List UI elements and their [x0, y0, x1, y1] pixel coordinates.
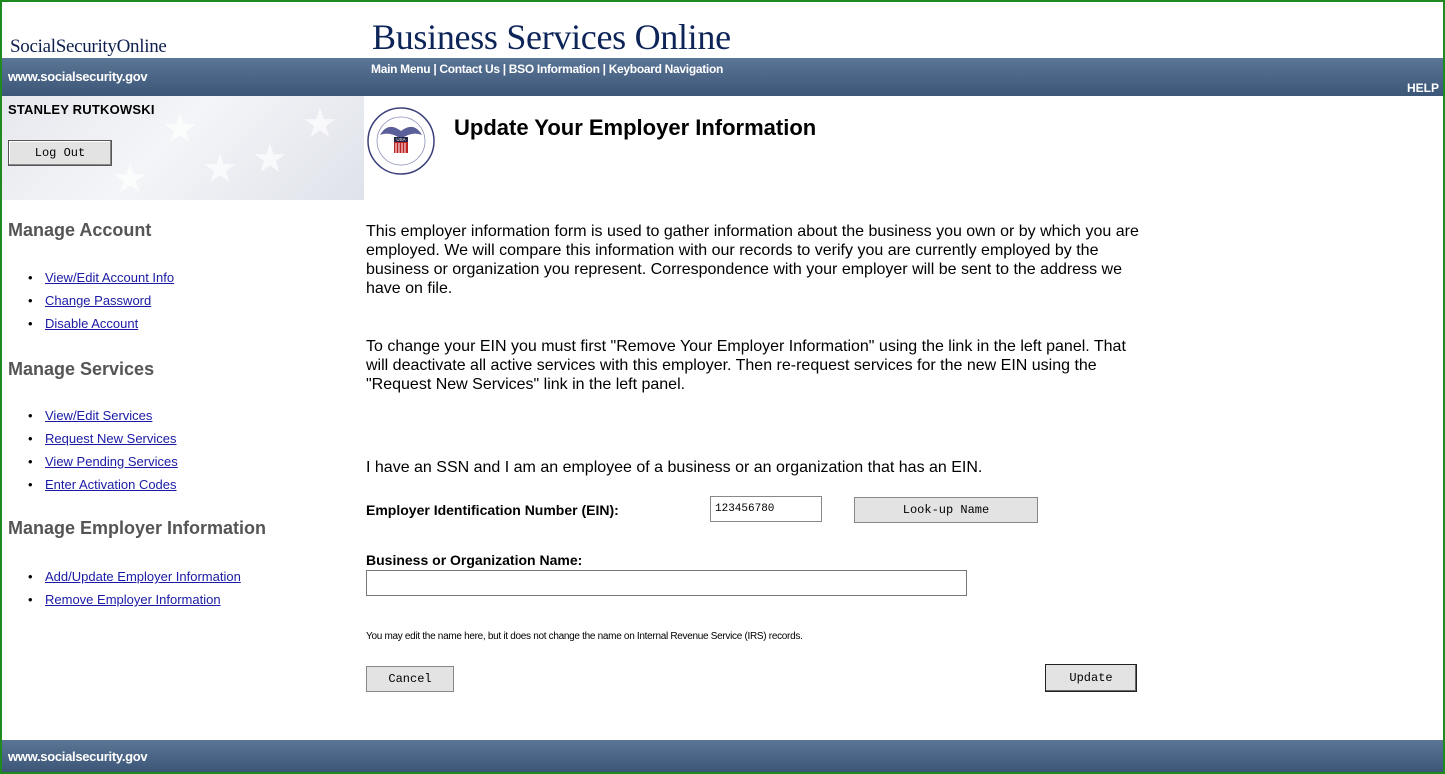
list-item: • View/Edit Services [28, 408, 153, 423]
top-nav: Main Menu | Contact Us | BSO Information | Key… [371, 62, 724, 76]
user-name: STANLEY RUTKOWSKI [8, 102, 155, 117]
link-view-pending-services[interactable]: View Pending Services [45, 454, 178, 469]
sidebar-heading-manage-services: Manage Services [8, 359, 155, 379]
sidebar-heading-manage-employer-information: Manage Employer Information [8, 518, 267, 538]
link-change-password[interactable]: Change Password [45, 293, 151, 308]
ein-label: Employer Identification Number (EIN): [366, 502, 619, 518]
link-request-new-services[interactable]: Request New Services [45, 431, 177, 446]
link-disable-account[interactable]: Disable Account [45, 316, 138, 331]
sidebar-heading-manage-account: Manage Account [8, 220, 152, 240]
link-view-edit-services[interactable]: View/Edit Services [45, 408, 152, 423]
star-decoration-icon: ★ [162, 107, 198, 151]
site-title: Business Services Online [372, 17, 731, 57]
ein-change-paragraph: To change your EIN you must first "Remov… [366, 338, 1126, 393]
star-decoration-icon: ★ [252, 137, 288, 181]
help-link[interactable]: HELP [1407, 81, 1439, 95]
manage-services-list: • View/Edit Services • Request New Service… [26, 408, 178, 500]
star-decoration-icon: ★ [112, 157, 148, 201]
ssa-online-logo: SocialSecurityOnline [10, 36, 167, 57]
link-view-edit-account-info[interactable]: View/Edit Account Info [45, 270, 174, 285]
list-item: • Remove Employer Information [28, 592, 221, 607]
list-item: • Disable Account [28, 316, 139, 331]
link-add-update-employer-information[interactable]: Add/Update Employer Information [45, 569, 241, 584]
nav-keyboard-navigation[interactable]: Keyboard Navigation [609, 62, 724, 76]
nav-main-menu[interactable]: Main Menu [371, 62, 431, 76]
manage-employer-list: • Add/Update Employer Information • Remove… [26, 569, 241, 615]
nav-contact-us[interactable]: Contact Us [439, 62, 500, 76]
footer-site-url: www.socialsecurity.gov [8, 749, 148, 764]
cancel-button[interactable]: Cancel [366, 666, 454, 692]
footer-bar: www.socialsecurity.gov [2, 740, 1443, 772]
irs-name-note: You may edit the name here, but it does … [366, 631, 803, 642]
link-remove-employer-information[interactable]: Remove Employer Information [45, 592, 221, 607]
star-decoration-icon: ★ [202, 147, 238, 191]
intro-paragraph: This employer information form is used t… [366, 223, 1139, 297]
link-enter-activation-codes[interactable]: Enter Activation Codes [45, 477, 177, 492]
list-item: • View Pending Services [28, 454, 178, 469]
list-item: • Enter Activation Codes [28, 477, 177, 492]
list-item: • Request New Services [28, 431, 177, 446]
page-frame: SocialSecurityOnline Business Services O… [0, 0, 1445, 774]
svg-text:USA: USA [396, 137, 405, 142]
logout-button[interactable]: Log Out [8, 140, 112, 166]
page-title: Update Your Employer Information [454, 115, 817, 140]
business-name-label: Business or Organization Name: [366, 552, 583, 568]
star-decoration-icon: ★ [302, 102, 338, 146]
list-item: • View/Edit Account Info [28, 270, 175, 285]
update-button[interactable]: Update [1045, 664, 1137, 692]
user-panel: ★ ★ ★ ★ ★ STANLEY RUTKOWSKI Log Out [2, 96, 364, 201]
ssa-seal-icon: USA [366, 105, 436, 177]
nav-bso-information[interactable]: BSO Information [509, 62, 600, 76]
employee-statement: I have an SSN and I am an employee of a … [366, 459, 983, 476]
ein-input[interactable] [710, 496, 822, 522]
list-item: • Change Password [28, 293, 152, 308]
top-nav-bar: www.socialsecurity.gov Main Menu | Contact… [2, 58, 1443, 96]
lookup-name-button[interactable]: Look-up Name [854, 497, 1038, 523]
manage-account-list: • View/Edit Account Info • Change Password… [26, 270, 174, 339]
business-name-input[interactable] [366, 570, 967, 596]
list-item: • Add/Update Employer Information [28, 569, 241, 584]
site-url: www.socialsecurity.gov [8, 69, 148, 84]
